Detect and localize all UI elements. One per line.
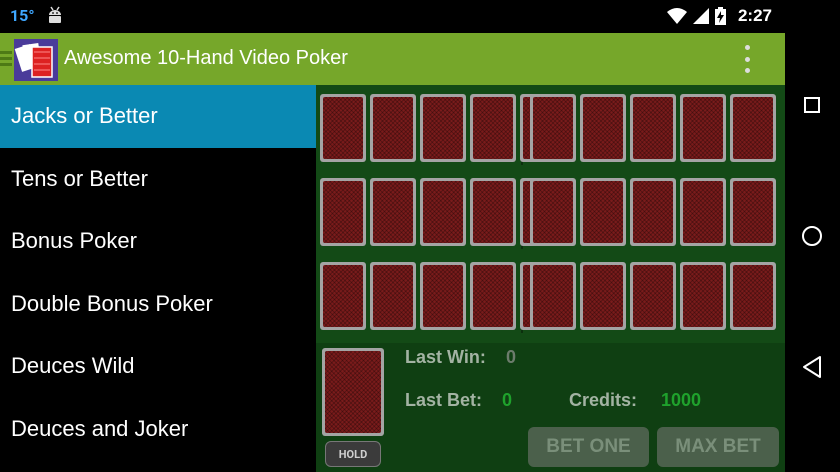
card-back[interactable] (420, 94, 466, 162)
card-back[interactable] (470, 94, 516, 162)
drawer-item-double-bonus-poker[interactable]: Double Bonus Poker (0, 273, 316, 336)
card-back[interactable] (730, 262, 776, 330)
last-win-value: 0 (506, 347, 517, 367)
card-back[interactable] (320, 94, 366, 162)
card-back[interactable] (370, 94, 416, 162)
status-bar: 15° 2:27 (0, 0, 785, 33)
drawer-item-jacks-or-better[interactable]: Jacks or Better (0, 85, 316, 148)
card-back[interactable] (730, 178, 776, 246)
last-bet-value: 0 (502, 390, 513, 410)
card-back[interactable] (370, 262, 416, 330)
drawer-menu-icon[interactable] (0, 51, 14, 69)
drawer-item-deuces-and-joker[interactable]: Deuces and Joker (0, 398, 316, 461)
main-hand-card[interactable] (322, 348, 384, 436)
battery-charging-icon (714, 7, 726, 25)
drawer-item-bonus-poker[interactable]: Bonus Poker (0, 210, 316, 273)
card-back[interactable] (630, 178, 676, 246)
credits-label: Credits: (569, 390, 638, 410)
wifi-icon (666, 8, 687, 24)
bet-one-button[interactable]: BET ONE (528, 427, 649, 467)
app-title: Awesome 10-Hand Video Poker (64, 47, 348, 69)
hands-row-2 (316, 174, 785, 254)
card-back[interactable] (470, 262, 516, 330)
card-back[interactable] (530, 94, 576, 162)
card-back[interactable] (530, 178, 576, 246)
android-icon (49, 6, 61, 23)
last-bet-label: Last Bet: (405, 390, 483, 410)
back-icon[interactable] (801, 355, 823, 379)
drawer-item-tens-or-better[interactable]: Tens or Better (0, 148, 316, 211)
max-bet-button[interactable]: MAX BET (657, 427, 779, 467)
navigation-drawer: Jacks or Better Tens or Better Bonus Pok… (0, 85, 316, 472)
system-nav-bar (785, 0, 840, 472)
signal-icon (692, 8, 709, 24)
card-back[interactable] (680, 178, 726, 246)
card-back[interactable] (680, 94, 726, 162)
app-bar: Awesome 10-Hand Video Poker (0, 33, 785, 85)
card-back[interactable] (420, 178, 466, 246)
card-back[interactable] (470, 178, 516, 246)
card-back[interactable] (420, 262, 466, 330)
card-back[interactable] (320, 178, 366, 246)
card-back[interactable] (580, 94, 626, 162)
overflow-menu-icon[interactable] (745, 45, 751, 73)
home-icon[interactable] (802, 226, 822, 246)
temperature-text: 15° (10, 6, 35, 25)
control-panel: HOLD Last Win: 0 Last Bet: 0 Credits: 10… (316, 343, 785, 472)
card-back[interactable] (730, 94, 776, 162)
poker-table: HOLD Last Win: 0 Last Bet: 0 Credits: 10… (316, 85, 785, 472)
card-back[interactable] (320, 262, 366, 330)
card-back[interactable] (630, 262, 676, 330)
card-back[interactable] (580, 262, 626, 330)
card-back[interactable] (630, 94, 676, 162)
recent-apps-icon[interactable] (804, 97, 820, 113)
card-back[interactable] (370, 178, 416, 246)
hands-row-1 (316, 90, 785, 170)
hold-button[interactable]: HOLD (325, 441, 381, 467)
card-back[interactable] (580, 178, 626, 246)
credits-value: 1000 (661, 390, 702, 410)
drawer-item-deuces-wild[interactable]: Deuces Wild (0, 335, 316, 398)
status-icons: 2:27 (666, 6, 772, 26)
app-logo-icon[interactable] (14, 39, 58, 81)
clock: 2:27 (737, 6, 772, 25)
card-back[interactable] (530, 262, 576, 330)
last-win-label: Last Win: (405, 347, 486, 367)
hands-row-3 (316, 258, 785, 338)
card-back[interactable] (680, 262, 726, 330)
